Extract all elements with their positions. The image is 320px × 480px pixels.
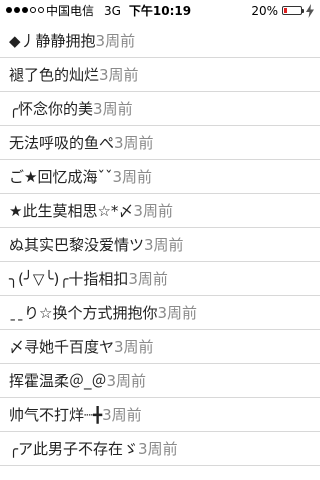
post-time: 3周前 <box>95 32 136 50</box>
post-time: 3周前 <box>99 66 139 84</box>
list-item[interactable]: 帅气不打烊┈╋3周前 <box>0 398 320 432</box>
battery-level-fill <box>284 8 287 13</box>
list-item[interactable]: ╭怀念你的美3周前 <box>0 92 320 126</box>
post-author: ╭ア此男子不存在ゞ <box>9 440 139 458</box>
post-author: 无法呼吸的鱼ぺ <box>9 134 115 152</box>
list-item[interactable]: 挥霍温柔＠_＠3周前 <box>0 364 320 398</box>
list-item[interactable]: 褪了色的灿烂3周前 <box>0 58 320 92</box>
list-item[interactable]: ╮(╯▽╰)╭十指相扣3周前 <box>0 262 320 296</box>
post-time: 3周前 <box>144 236 184 254</box>
post-author: ╮(╯▽╰)╭十指相扣 <box>9 270 129 288</box>
status-bar: 中国电信 3G 下午10:19 20% <box>0 0 320 22</box>
battery-percent: 20% <box>251 4 278 18</box>
post-author: ぬ其实巴黎没爱情ツ <box>9 236 145 254</box>
battery-icon <box>282 6 304 15</box>
post-list: ◆丿静静拥抱3周前 褪了色的灿烂3周前 ╭怀念你的美3周前 无法呼吸的鱼ぺ3周前… <box>0 24 320 466</box>
post-author: 褪了色的灿烂 <box>9 66 100 84</box>
post-time: 3周前 <box>114 338 154 356</box>
list-item[interactable]: 〆寻她千百度ヤ3周前 <box>0 330 320 364</box>
post-time: 3周前 <box>133 202 173 220</box>
charging-bolt-icon <box>306 4 314 18</box>
list-item[interactable]: ╭ア此男子不存在ゞ3周前 <box>0 432 320 466</box>
post-time: 3周前 <box>93 100 133 118</box>
post-time: 3周前 <box>114 134 154 152</box>
post-author: ◆丿静静拥抱 <box>9 32 96 50</box>
post-time: 3周前 <box>102 406 142 424</box>
post-time: 3周前 <box>128 270 168 288</box>
post-author: 帅气不打烊┈╋ <box>9 406 103 424</box>
list-item[interactable]: ご★回忆成海ˇˇ3周前 <box>0 160 320 194</box>
post-author: 挥霍温柔＠_＠ <box>9 372 107 390</box>
post-author: ★此生莫相思☆*〆 <box>9 202 134 220</box>
list-item[interactable]: ぬ其实巴黎没爱情ツ3周前 <box>0 228 320 262</box>
list-item[interactable]: 无法呼吸的鱼ぺ3周前 <box>0 126 320 160</box>
list-item[interactable]: ˍˍり☆换个方式拥抱你3周前 <box>0 296 320 330</box>
post-author: 〆寻她千百度ヤ <box>9 338 115 356</box>
post-time: 3周前 <box>106 372 147 390</box>
post-author: ˍˍり☆换个方式拥抱你 <box>9 304 158 322</box>
post-time: 3周前 <box>112 168 152 186</box>
post-author: ╭怀念你的美 <box>9 100 94 118</box>
post-time: 3周前 <box>157 304 197 322</box>
list-item[interactable]: ◆丿静静拥抱3周前 <box>0 24 320 58</box>
post-author: ご★回忆成海ˇˇ <box>9 168 113 186</box>
list-item[interactable]: ★此生莫相思☆*〆3周前 <box>0 194 320 228</box>
post-time: 3周前 <box>138 440 178 458</box>
